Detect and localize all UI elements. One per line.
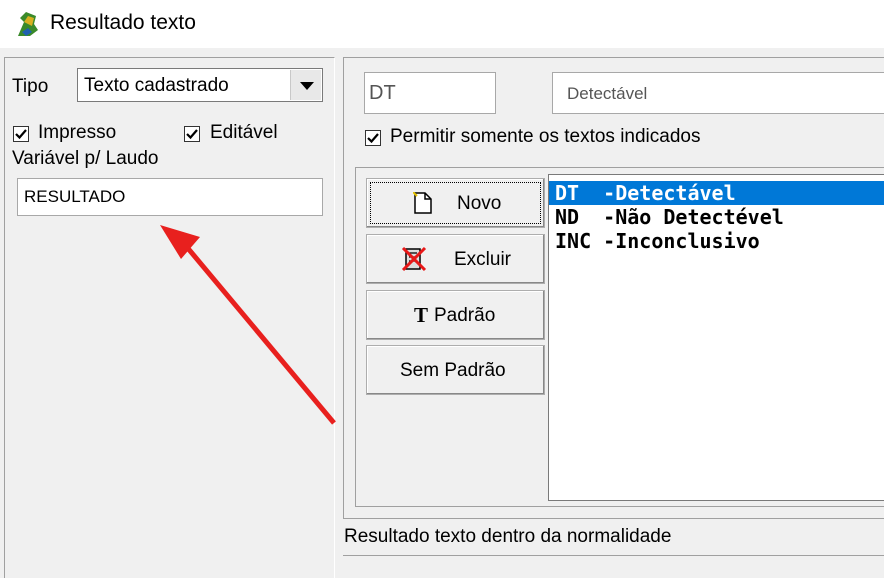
description-value: Detectável xyxy=(567,84,648,103)
chevron-down-icon xyxy=(300,82,314,90)
list-item[interactable]: ND -Não Detectével xyxy=(549,205,884,229)
novo-label: Novo xyxy=(457,193,502,214)
list-item-code: ND xyxy=(555,205,592,229)
divider xyxy=(343,555,884,556)
sem-padrao-button[interactable]: Sem Padrão xyxy=(366,345,545,395)
list-item-code: INC xyxy=(555,229,592,253)
padrao-button[interactable]: T Padrão xyxy=(366,290,545,340)
impresso-label: Impresso xyxy=(38,122,117,143)
list-item[interactable]: INC -Inconclusivo xyxy=(549,229,884,253)
padrao-label: Padrão xyxy=(434,305,496,326)
list-item-code: DT xyxy=(555,181,592,205)
list-item[interactable]: DT -Detectável xyxy=(549,181,884,205)
tipo-value: Texto cadastrado xyxy=(84,75,229,96)
code-value: DT xyxy=(369,82,396,104)
dropdown-button[interactable] xyxy=(290,70,321,100)
impresso-checkbox[interactable] xyxy=(13,126,29,142)
tipo-label: Tipo xyxy=(12,76,49,97)
permitir-checkbox[interactable] xyxy=(365,130,381,146)
variavel-value: RESULTADO xyxy=(24,187,126,206)
description-input[interactable]: Detectável xyxy=(552,72,884,114)
delete-icon xyxy=(401,246,427,272)
editavel-label: Editável xyxy=(210,122,278,143)
novo-button[interactable]: Novo xyxy=(366,178,545,228)
list-item-text: -Inconclusivo xyxy=(603,229,760,253)
editavel-checkbox[interactable] xyxy=(184,126,200,142)
app-icon xyxy=(18,12,38,36)
sem-padrao-label: Sem Padrão xyxy=(400,360,506,381)
excluir-label: Excluir xyxy=(454,249,512,270)
checkmark-icon xyxy=(15,129,27,140)
results-listbox[interactable]: DT -Detectável ND -Não Detectével INC -I… xyxy=(548,174,884,501)
checkmark-icon xyxy=(367,133,379,144)
tipo-combobox[interactable]: Texto cadastrado xyxy=(77,68,323,102)
variavel-label: Variável p/ Laudo xyxy=(12,148,159,169)
status-label: Resultado texto dentro da normalidade xyxy=(344,526,672,547)
checkmark-icon xyxy=(186,129,198,140)
list-item-text: -Detectável xyxy=(603,181,736,205)
title-bar: Resultado texto xyxy=(0,0,884,48)
code-input[interactable]: DT xyxy=(364,72,496,114)
permitir-label: Permitir somente os textos indicados xyxy=(390,126,701,147)
variavel-input[interactable]: RESULTADO xyxy=(17,178,323,216)
excluir-button[interactable]: Excluir xyxy=(366,234,545,284)
list-item-text: -Não Detectével xyxy=(603,205,784,229)
text-format-icon: T xyxy=(414,303,429,327)
new-document-icon xyxy=(413,192,432,214)
window-title: Resultado texto xyxy=(50,11,196,34)
